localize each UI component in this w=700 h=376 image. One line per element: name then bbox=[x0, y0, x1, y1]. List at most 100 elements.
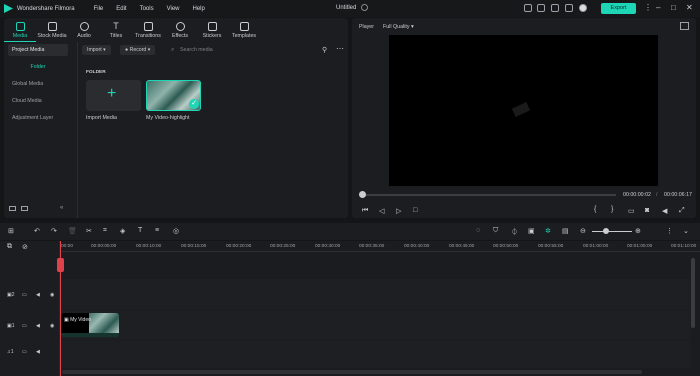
marker-icon[interactable]: ▣ bbox=[528, 227, 535, 235]
eye-icon[interactable]: ◉ bbox=[50, 323, 54, 329]
tag-icon[interactable]: ◈ bbox=[120, 227, 125, 235]
render-icon[interactable]: ◌ bbox=[476, 227, 480, 234]
adjust-icon[interactable]: ≡ bbox=[155, 227, 159, 234]
audio-track-1[interactable] bbox=[61, 340, 690, 368]
collapse-sidebar-icon[interactable]: « bbox=[60, 205, 63, 211]
tab-stickers[interactable]: Stickers bbox=[196, 18, 228, 42]
stop-icon[interactable]: □ bbox=[413, 207, 417, 214]
filter-icon[interactable]: ⚲ bbox=[322, 46, 327, 54]
folder-icon[interactable]: ▭ bbox=[22, 323, 27, 329]
zoom-in-icon[interactable]: ⊕ bbox=[635, 227, 641, 235]
crop-icon[interactable]: ⌗ bbox=[103, 227, 107, 235]
menu-view[interactable]: View bbox=[167, 6, 180, 12]
search-input[interactable]: ⌕ Search media bbox=[170, 45, 315, 55]
chevron-down-icon[interactable]: ⌄ bbox=[683, 227, 689, 235]
audio-icon[interactable]: ◀ bbox=[36, 323, 40, 329]
quality-dropdown[interactable]: Full Quality ▾ bbox=[383, 24, 414, 30]
play-icon[interactable]: ▷ bbox=[396, 207, 401, 215]
horizontal-scrollbar[interactable] bbox=[62, 370, 642, 374]
camera-icon[interactable]: ◙ bbox=[645, 207, 649, 214]
video-thumbnail[interactable]: ✓ bbox=[146, 80, 201, 111]
sidebar-item-project-media[interactable]: Project Media bbox=[8, 44, 68, 56]
import-dropdown[interactable]: Import ▾ bbox=[82, 45, 111, 55]
video-track-1[interactable] bbox=[61, 311, 690, 339]
layout-icon[interactable]: ⊞ bbox=[8, 227, 14, 235]
fullscreen-icon[interactable]: ⤢ bbox=[679, 207, 685, 215]
split-icon[interactable]: ✂ bbox=[86, 227, 92, 235]
text-icon[interactable]: T bbox=[138, 227, 142, 234]
eye-icon[interactable]: ◉ bbox=[50, 292, 54, 298]
volume-icon[interactable]: ◀ bbox=[662, 207, 667, 215]
tab-audio[interactable]: Audio bbox=[68, 18, 100, 42]
tab-stock-media[interactable]: Stock Media bbox=[36, 18, 68, 42]
more-options-icon[interactable]: ⋯ bbox=[336, 44, 344, 53]
monitor-icon[interactable] bbox=[524, 4, 532, 12]
playhead-handle[interactable] bbox=[57, 258, 64, 272]
menu-tools[interactable]: Tools bbox=[140, 6, 154, 12]
shield-icon[interactable]: ⛉ bbox=[493, 227, 498, 235]
tab-label: Stock Media bbox=[37, 33, 67, 39]
menu-edit[interactable]: Edit bbox=[116, 6, 126, 12]
audio-track-icon: ♫1 bbox=[7, 349, 14, 355]
preview-screen[interactable] bbox=[389, 35, 658, 186]
folder-icon[interactable]: ▭ bbox=[22, 349, 27, 355]
import-media-card[interactable]: + bbox=[86, 80, 141, 111]
music-note-icon bbox=[79, 22, 89, 31]
sidebar-item-folder[interactable]: Folder bbox=[8, 61, 68, 73]
zoom-out-icon[interactable]: ⊖ bbox=[580, 227, 586, 235]
new-folder-icon[interactable] bbox=[9, 206, 16, 211]
minimize-icon[interactable]: – bbox=[656, 3, 660, 13]
zoom-slider-handle[interactable] bbox=[603, 228, 609, 234]
record-dropdown[interactable]: ● Record ▾ bbox=[120, 45, 156, 55]
microphone-icon[interactable]: ⏀ bbox=[511, 227, 518, 237]
save-icon[interactable] bbox=[537, 4, 545, 12]
maximize-icon[interactable]: □ bbox=[671, 3, 676, 13]
tab-media[interactable]: Media bbox=[4, 18, 36, 42]
audio-icon[interactable]: ◀ bbox=[36, 349, 40, 355]
plus-icon: + bbox=[107, 85, 117, 102]
tab-titles[interactable]: T Titles bbox=[100, 18, 132, 42]
snap-icon[interactable]: ✲ bbox=[545, 227, 551, 235]
tab-transitions[interactable]: Transitions bbox=[132, 18, 164, 42]
undo-icon[interactable]: ↶ bbox=[34, 227, 40, 235]
cloud-upload-icon[interactable] bbox=[551, 4, 559, 12]
export-button[interactable]: Export bbox=[601, 3, 636, 14]
project-title: Untitled bbox=[336, 5, 357, 11]
tab-effects[interactable]: Effects bbox=[164, 18, 196, 42]
previous-frame-icon[interactable]: ⏮ bbox=[362, 207, 368, 215]
sidebar-item-cloud-media[interactable]: Cloud Media bbox=[8, 95, 68, 107]
scrubber-track[interactable] bbox=[362, 194, 616, 196]
video-clip[interactable]: ▣ My Video bbox=[61, 313, 119, 337]
snapshot-icon[interactable] bbox=[680, 22, 689, 30]
folder-icon[interactable]: ▭ bbox=[22, 292, 27, 298]
sidebar-item-adjustment-layer[interactable]: Adjustment Layer bbox=[8, 112, 68, 124]
cloud-status-icon[interactable] bbox=[361, 4, 368, 11]
mark-out-icon[interactable]: } bbox=[611, 206, 613, 213]
redo-icon[interactable]: ↷ bbox=[51, 227, 57, 235]
delete-icon[interactable]: 🗑 bbox=[68, 227, 77, 235]
mark-in-icon[interactable]: { bbox=[594, 206, 596, 213]
add-track-icon[interactable]: ⧉ bbox=[7, 243, 12, 251]
avatar[interactable] bbox=[579, 4, 587, 12]
tab-templates[interactable]: Templates bbox=[228, 18, 260, 42]
link-icon[interactable]: ⊘ bbox=[22, 243, 28, 251]
speed-icon[interactable]: ◎ bbox=[173, 227, 179, 235]
menu-file[interactable]: File bbox=[94, 6, 104, 12]
step-back-icon[interactable]: ◁ bbox=[379, 207, 384, 215]
close-icon[interactable]: ✕ bbox=[686, 3, 693, 13]
zoom-slider[interactable] bbox=[592, 231, 632, 232]
current-time: 00:00:00:02 bbox=[623, 192, 651, 198]
import-label: Import bbox=[87, 47, 102, 53]
scrubber-handle[interactable] bbox=[359, 191, 366, 198]
gift-icon[interactable] bbox=[565, 4, 573, 12]
sidebar-item-global-media[interactable]: Global Media bbox=[8, 78, 68, 90]
audio-icon[interactable]: ◀ bbox=[36, 292, 40, 298]
video-track-2[interactable] bbox=[61, 279, 690, 310]
more-icon[interactable]: ⋮ bbox=[666, 227, 673, 235]
display-icon[interactable]: ▭ bbox=[628, 207, 635, 215]
vertical-scrollbar[interactable] bbox=[691, 258, 695, 328]
menu-help[interactable]: Help bbox=[193, 6, 205, 12]
folder-icon[interactable] bbox=[21, 206, 28, 211]
more-menu-icon[interactable]: ⋮ bbox=[644, 3, 652, 13]
storyboard-icon[interactable]: ▤ bbox=[562, 227, 569, 235]
